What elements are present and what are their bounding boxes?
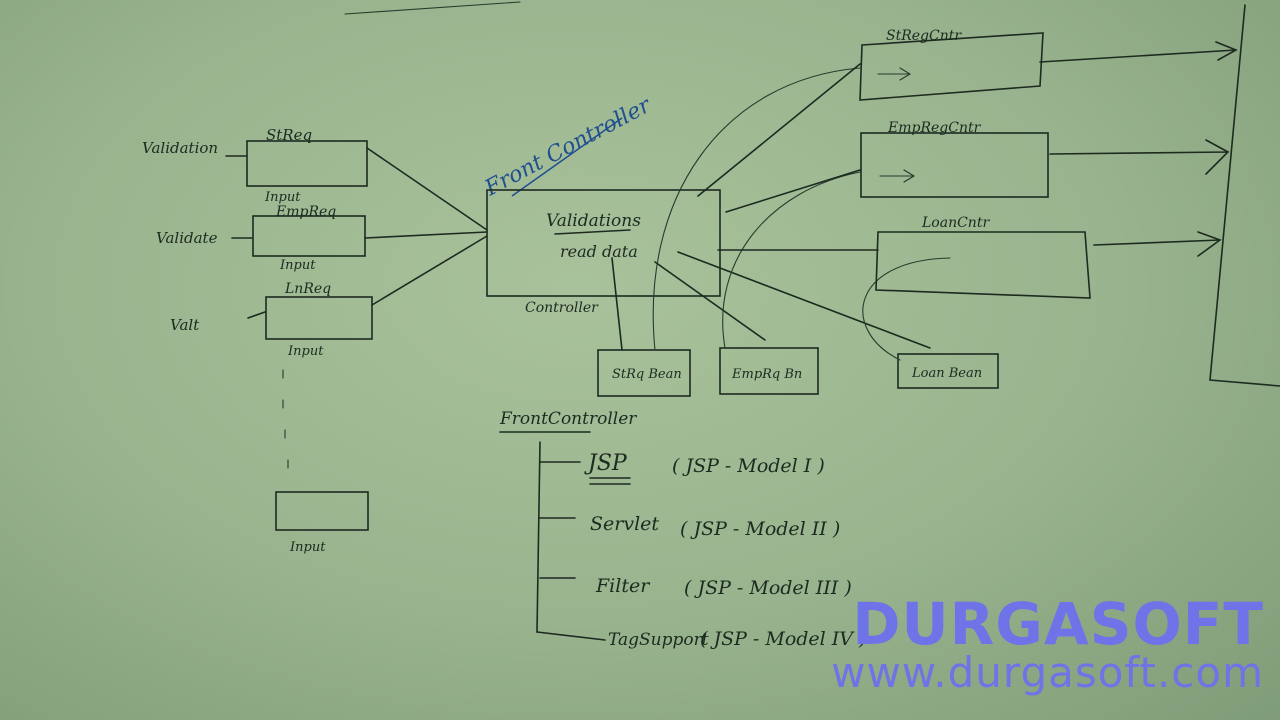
request-box-1 <box>246 140 368 187</box>
ellipsis-dots <box>282 369 289 469</box>
request-box-2 <box>252 215 366 257</box>
output-arrows <box>1039 41 1238 257</box>
front-controller-line2: read data <box>560 242 638 261</box>
controller-label-3: LoanCntr <box>921 215 990 231</box>
bean-label-2: EmpRq Bn <box>731 367 802 382</box>
request-validation-1: Validation <box>142 139 218 157</box>
controller-links <box>697 63 879 251</box>
beans: StRq Bean EmpRq Bn Loan Bean <box>597 347 999 397</box>
front-controller-caption: Controller <box>525 300 599 316</box>
request-box-4 <box>275 491 369 531</box>
impl-tech-1: JSP <box>584 451 628 476</box>
request-column: Validation StReq Input Validate EmpReq I… <box>142 126 373 555</box>
impl-model-1: ( JSP - Model I ) <box>672 455 825 477</box>
request-box-3 <box>265 296 373 340</box>
impl-list: FrontController JSP ( JSP - Model I ) Se… <box>499 409 866 650</box>
bean-links <box>611 251 931 351</box>
watermark-url: www.durgasoft.com <box>831 648 1264 697</box>
front-controller-title: Front Controller <box>480 92 656 201</box>
request-validation-3: Valt <box>170 316 200 334</box>
bean-label-3: Loan Bean <box>911 366 982 381</box>
request-arrows <box>364 147 488 306</box>
request-input-1: Input <box>264 190 301 205</box>
impl-model-4: ( JSP - Model IV ) <box>700 628 866 650</box>
impl-model-2: ( JSP - Model II ) <box>680 518 840 540</box>
controller-box-3 <box>875 231 1091 299</box>
request-input-2: Input <box>279 258 316 273</box>
front-controller-line1: Validations <box>546 211 641 231</box>
request-validation-2: Validate <box>156 229 218 247</box>
impl-heading: FrontController <box>499 409 637 429</box>
impl-tech-2: Servlet <box>590 513 659 535</box>
request-input-4: Input <box>289 540 326 555</box>
impl-tech-3: Filter <box>595 575 651 597</box>
request-label-2: EmpReq <box>275 204 336 220</box>
impl-model-3: ( JSP - Model III ) <box>684 577 852 599</box>
request-tick-3 <box>247 311 266 319</box>
controllers: StRegCntr EmpRegCntr LoanCntr <box>859 28 1091 299</box>
bean-label-1: StRq Bean <box>612 367 682 382</box>
request-label-3: LnReq <box>284 281 331 297</box>
view-panel <box>1209 4 1280 387</box>
controller-box-2 <box>860 132 1049 198</box>
top-edge-mark <box>344 1 521 15</box>
impl-tech-4: TagSupport <box>608 630 709 650</box>
request-input-3: Input <box>287 344 324 359</box>
